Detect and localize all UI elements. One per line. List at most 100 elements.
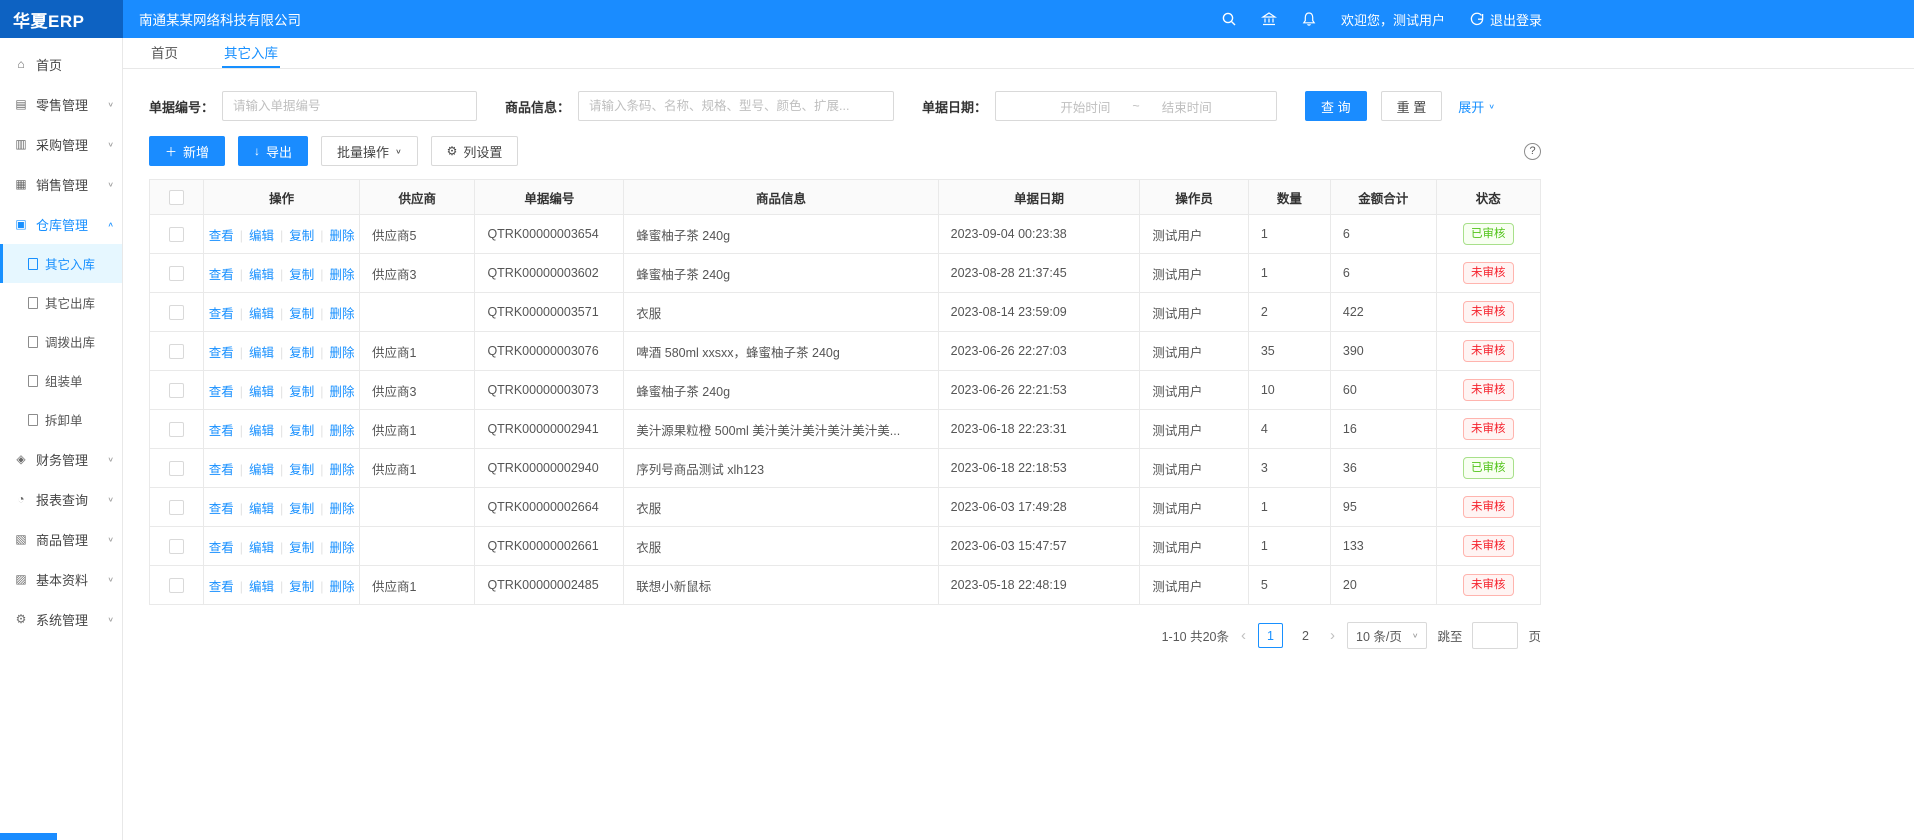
cell-qty: 10	[1248, 371, 1330, 410]
row-action-edit[interactable]: 编辑	[249, 307, 274, 321]
date-range-input[interactable]: 开始时间 ~ 结束时间	[995, 91, 1277, 121]
doc-no-input[interactable]	[222, 91, 477, 121]
row-action-delete[interactable]: 删除	[330, 580, 355, 594]
next-page-button[interactable]: ›	[1328, 627, 1337, 644]
reset-button[interactable]: 重 置	[1381, 91, 1443, 121]
row-action-copy[interactable]: 复制	[289, 229, 314, 243]
row-action-edit[interactable]: 编辑	[249, 502, 274, 516]
row-action-copy[interactable]: 复制	[289, 424, 314, 438]
row-action-delete[interactable]: 删除	[330, 463, 355, 477]
row-action-copy[interactable]: 复制	[289, 385, 314, 399]
row-action-view[interactable]: 查看	[209, 268, 234, 282]
row-action-edit[interactable]: 编辑	[249, 541, 274, 555]
page-size-select[interactable]: 10 条/页 ∨	[1347, 622, 1427, 649]
export-button[interactable]: ↓ 导出	[238, 136, 308, 166]
row-action-copy[interactable]: 复制	[289, 541, 314, 555]
row-action-delete[interactable]: 删除	[330, 346, 355, 360]
row-action-view[interactable]: 查看	[209, 346, 234, 360]
row-action-edit[interactable]: 编辑	[249, 268, 274, 282]
row-action-copy[interactable]: 复制	[289, 463, 314, 477]
row-action-edit[interactable]: 编辑	[249, 385, 274, 399]
row-action-delete[interactable]: 删除	[330, 307, 355, 321]
row-action-copy[interactable]: 复制	[289, 346, 314, 360]
row-checkbox[interactable]	[169, 383, 184, 398]
sidebar-item-9[interactable]: ⚙系统管理∨	[0, 599, 122, 639]
row-action-copy[interactable]: 复制	[289, 268, 314, 282]
add-button[interactable]: ＋ 新增	[149, 136, 225, 166]
sidebar-item-8[interactable]: ▨基本资料∨	[0, 559, 122, 599]
row-action-edit[interactable]: 编辑	[249, 424, 274, 438]
expand-link[interactable]: 展开 ∨	[1458, 97, 1495, 116]
sidebar-item-7[interactable]: ▧商品管理∨	[0, 519, 122, 559]
tab-1[interactable]: 其它入库	[222, 38, 280, 68]
date-start-placeholder: 开始时间	[1060, 97, 1110, 116]
row-action-delete[interactable]: 删除	[330, 541, 355, 555]
row-checkbox[interactable]	[169, 461, 184, 476]
row-action-view[interactable]: 查看	[209, 307, 234, 321]
sidebar-subitem-3[interactable]: 组装单	[0, 361, 122, 400]
row-checkbox[interactable]	[169, 578, 184, 593]
row-action-delete[interactable]: 删除	[330, 424, 355, 438]
row-action-view[interactable]: 查看	[209, 424, 234, 438]
bell-icon[interactable]	[1301, 11, 1317, 27]
row-action-view[interactable]: 查看	[209, 580, 234, 594]
query-button[interactable]: 查 询	[1305, 91, 1367, 121]
row-checkbox[interactable]	[169, 227, 184, 242]
product-info-input[interactable]	[578, 91, 894, 121]
sidebar-item-1[interactable]: ▤零售管理∨	[0, 84, 122, 124]
row-action-view[interactable]: 查看	[209, 541, 234, 555]
row-action-delete[interactable]: 删除	[330, 229, 355, 243]
page-button-1[interactable]: 1	[1258, 623, 1283, 648]
search-icon[interactable]	[1221, 11, 1237, 27]
row-action-delete[interactable]: 删除	[330, 502, 355, 516]
sidebar-item-3[interactable]: ▦销售管理∨	[0, 164, 122, 204]
row-checkbox[interactable]	[169, 539, 184, 554]
batch-operations-button[interactable]: 批量操作 ∨	[321, 136, 418, 166]
row-action-edit[interactable]: 编辑	[249, 580, 274, 594]
row-checkbox[interactable]	[169, 422, 184, 437]
row-action-view[interactable]: 查看	[209, 502, 234, 516]
sidebar-subitem-1[interactable]: 其它出库	[0, 283, 122, 322]
row-checkbox[interactable]	[169, 500, 184, 515]
row-action-delete[interactable]: 删除	[330, 385, 355, 399]
action-separator: |	[240, 346, 243, 360]
table-row: 查看|编辑|复制|删除QTRK00000002664衣服2023-06-03 1…	[150, 488, 1541, 527]
home-icon: ⌂	[14, 57, 28, 71]
tab-0[interactable]: 首页	[149, 38, 180, 68]
row-action-view[interactable]: 查看	[209, 463, 234, 477]
prev-page-button[interactable]: ‹	[1239, 627, 1248, 644]
row-action-edit[interactable]: 编辑	[249, 229, 274, 243]
row-action-edit[interactable]: 编辑	[249, 346, 274, 360]
row-action-edit[interactable]: 编辑	[249, 463, 274, 477]
row-action-view[interactable]: 查看	[209, 385, 234, 399]
logout-button[interactable]: 退出登录	[1469, 10, 1542, 29]
inbound-table: 操作供应商单据编号商品信息单据日期操作员数量金额合计状态 查看|编辑|复制|删除…	[149, 179, 1541, 605]
cell-amount: 133	[1330, 527, 1436, 566]
sidebar-collapse-strip[interactable]	[0, 833, 57, 840]
sidebar-subitem-2[interactable]: 调拨出库	[0, 322, 122, 361]
sidebar-subitem-4[interactable]: 拆卸单	[0, 400, 122, 439]
row-checkbox[interactable]	[169, 266, 184, 281]
sidebar-item-6[interactable]: ◔报表查询∨	[0, 479, 122, 519]
sidebar-item-label: 零售管理	[36, 95, 88, 114]
jump-page-input[interactable]	[1472, 622, 1518, 649]
bank-icon[interactable]	[1261, 11, 1277, 27]
row-action-delete[interactable]: 删除	[330, 268, 355, 282]
row-action-copy[interactable]: 复制	[289, 307, 314, 321]
help-icon[interactable]: ?	[1524, 143, 1541, 160]
column-settings-button[interactable]: ⚙ 列设置	[431, 136, 519, 166]
sidebar-item-0[interactable]: ⌂首页	[0, 44, 122, 84]
sidebar-item-2[interactable]: ▥采购管理∨	[0, 124, 122, 164]
row-checkbox[interactable]	[169, 344, 184, 359]
sidebar-subitem-0[interactable]: 其它入库	[0, 244, 122, 283]
sidebar-item-4[interactable]: ▣仓库管理∧	[0, 204, 122, 244]
cell-operator: 测试用户	[1140, 332, 1248, 371]
page-button-2[interactable]: 2	[1293, 623, 1318, 648]
row-action-copy[interactable]: 复制	[289, 502, 314, 516]
app-logo[interactable]: 华夏ERP	[0, 0, 123, 38]
select-all-checkbox[interactable]	[169, 190, 184, 205]
sidebar-item-5[interactable]: ◈财务管理∨	[0, 439, 122, 479]
row-checkbox[interactable]	[169, 305, 184, 320]
row-action-copy[interactable]: 复制	[289, 580, 314, 594]
row-action-view[interactable]: 查看	[209, 229, 234, 243]
